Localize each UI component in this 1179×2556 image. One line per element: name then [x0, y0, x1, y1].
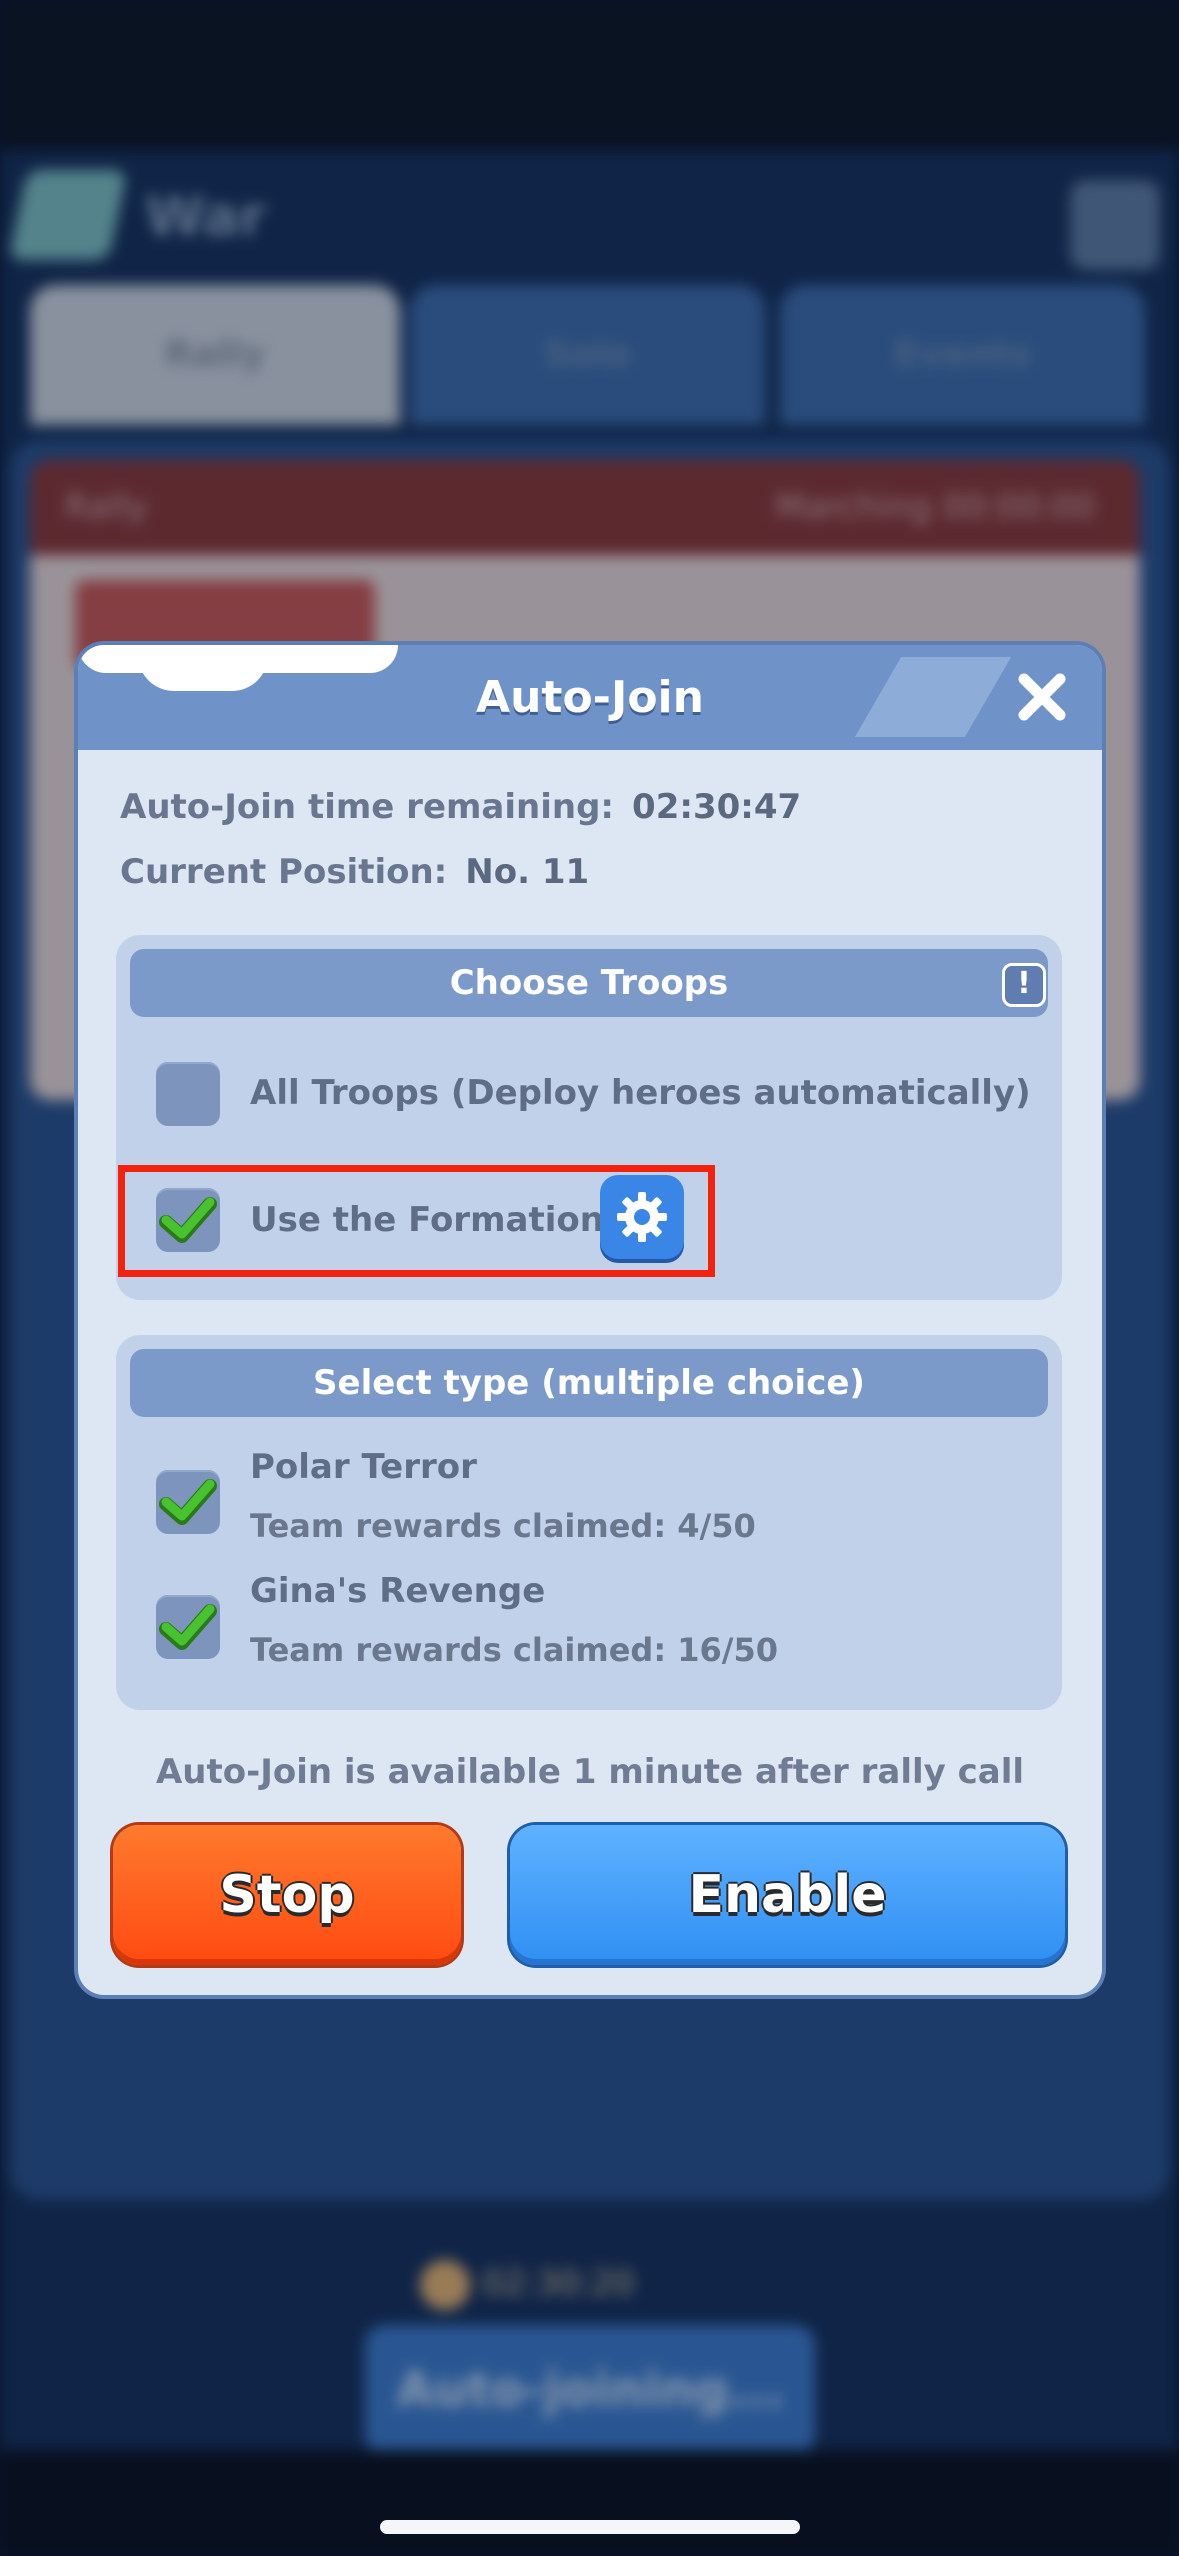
auto-join-dialog: Auto-Join Auto-Join time remaining: 02:30… — [78, 645, 1102, 1995]
all-troops-label[interactable]: All Troops (Deploy heroes automatically) — [250, 1073, 1031, 1113]
time-remaining-value: 02:30:47 — [632, 787, 802, 827]
all-troops-checkbox[interactable] — [156, 1062, 220, 1126]
ginas-revenge-checkbox[interactable] — [156, 1595, 220, 1659]
auto-join-availability-note: Auto-Join is available 1 minute after ra… — [155, 1752, 1025, 1792]
stop-button[interactable]: Stop — [113, 1825, 461, 1965]
select-type-header: Select type (multiple choice) — [130, 1349, 1048, 1417]
ginas-revenge-label[interactable]: Gina's Revenge — [250, 1571, 545, 1611]
time-remaining-row: Auto-Join time remaining: 02:30:47 — [120, 787, 801, 827]
choose-troops-header: Choose Troops ! — [130, 949, 1048, 1017]
polar-terror-checkbox[interactable] — [156, 1470, 220, 1534]
current-position-row: Current Position: No. 11 — [120, 852, 589, 892]
choose-troops-title: Choose Troops — [449, 963, 729, 1003]
home-indicator[interactable] — [380, 2520, 800, 2534]
select-type-section: Select type (multiple choice) Polar Terr… — [116, 1335, 1062, 1710]
dialog-header: Auto-Join — [78, 645, 1102, 750]
close-icon[interactable] — [1012, 667, 1072, 727]
current-position-label: Current Position: — [120, 852, 448, 892]
polar-terror-rewards: Team rewards claimed: 4/50 — [250, 1507, 756, 1545]
info-icon[interactable]: ! — [1002, 963, 1046, 1007]
current-position-value: No. 11 — [465, 852, 590, 892]
ginas-revenge-rewards: Team rewards claimed: 16/50 — [250, 1631, 779, 1669]
polar-terror-label[interactable]: Polar Terror — [250, 1447, 477, 1487]
formation-highlight-box — [118, 1165, 715, 1277]
enable-button[interactable]: Enable — [510, 1825, 1065, 1965]
dialog-title: Auto-Join — [476, 672, 704, 723]
time-remaining-label: Auto-Join time remaining: — [120, 787, 615, 827]
